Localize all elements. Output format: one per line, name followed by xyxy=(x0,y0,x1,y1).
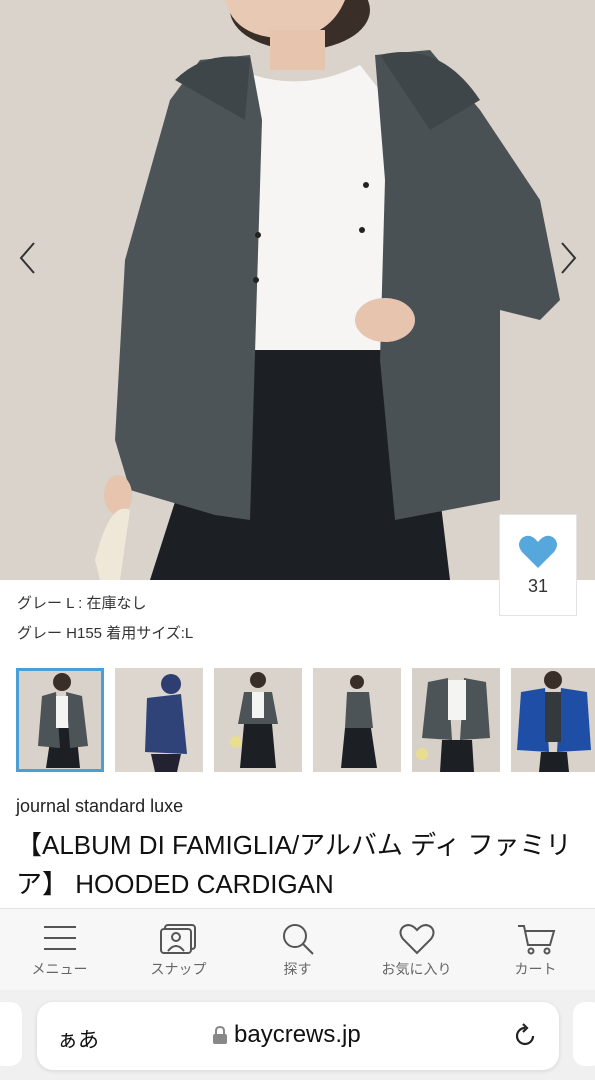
next-tab-card[interactable] xyxy=(573,1002,595,1066)
previous-tab-card[interactable] xyxy=(0,1002,22,1066)
tab-search[interactable]: 探す xyxy=(238,909,357,990)
tab-label: 探す xyxy=(283,961,312,977)
thumbnail-2[interactable] xyxy=(115,668,203,772)
thumbnail-photo xyxy=(511,668,595,772)
thumbnail-1[interactable] xyxy=(16,668,104,772)
next-image-arrow[interactable] xyxy=(552,238,586,278)
variant-model-info: グレー H155 着用サイズ:L xyxy=(17,625,194,642)
model-photo xyxy=(0,0,595,580)
bottom-tab-bar: メニュー スナップ 探す お気に入り カート xyxy=(0,908,595,990)
thumbnail-3[interactable] xyxy=(214,668,302,772)
address-bar[interactable]: ぁあ baycrews.jp xyxy=(37,1002,559,1070)
favorite-count: 31 xyxy=(527,575,549,596)
domain-text: baycrews.jp xyxy=(234,1021,361,1048)
thumbnail-6[interactable] xyxy=(511,668,595,772)
prev-image-arrow[interactable] xyxy=(12,238,46,278)
thumbnail-photo xyxy=(412,668,500,772)
tab-label: カート xyxy=(514,961,557,977)
variant-stock-info: グレー L : 在庫なし xyxy=(17,595,147,612)
tab-snap[interactable]: スナップ xyxy=(119,909,238,990)
tab-label: スナップ xyxy=(150,961,207,977)
brand-name[interactable]: journal standard luxe xyxy=(16,796,183,817)
thumbnail-5[interactable] xyxy=(412,668,500,772)
heart-icon xyxy=(399,924,434,955)
product-title: 【ALBUM DI FAMIGLIA/アルバム ディ ファミリア】 HOODED… xyxy=(16,830,572,899)
tab-label: お気に入り xyxy=(381,961,452,977)
chevron-right-icon xyxy=(561,242,577,274)
chevron-left-icon xyxy=(19,242,35,274)
url-display[interactable]: baycrews.jp xyxy=(212,1021,361,1049)
text-size-button[interactable]: ぁあ xyxy=(57,1024,99,1054)
snap-icon xyxy=(159,924,196,954)
product-main-image[interactable] xyxy=(0,0,595,580)
thumbnail-4[interactable] xyxy=(313,668,401,772)
heart-icon xyxy=(519,535,557,568)
tab-menu[interactable]: メニュー xyxy=(0,909,119,990)
lock-icon xyxy=(213,1025,227,1044)
tab-label: メニュー xyxy=(31,961,88,977)
menu-icon xyxy=(43,926,76,950)
tab-favorites[interactable]: お気に入り xyxy=(357,909,476,990)
search-icon xyxy=(282,924,314,955)
thumbnail-photo xyxy=(16,668,104,772)
cart-icon xyxy=(517,925,555,955)
tab-cart[interactable]: カート xyxy=(476,909,595,990)
thumbnail-photo xyxy=(115,668,203,772)
browser-toolbar: ぁあ baycrews.jp xyxy=(0,990,595,1080)
thumbnail-photo xyxy=(313,668,401,772)
reload-icon[interactable] xyxy=(511,1022,539,1050)
thumbnail-photo xyxy=(214,668,302,772)
favorite-button[interactable]: 31 xyxy=(499,514,577,616)
thumbnail-strip xyxy=(16,668,595,774)
